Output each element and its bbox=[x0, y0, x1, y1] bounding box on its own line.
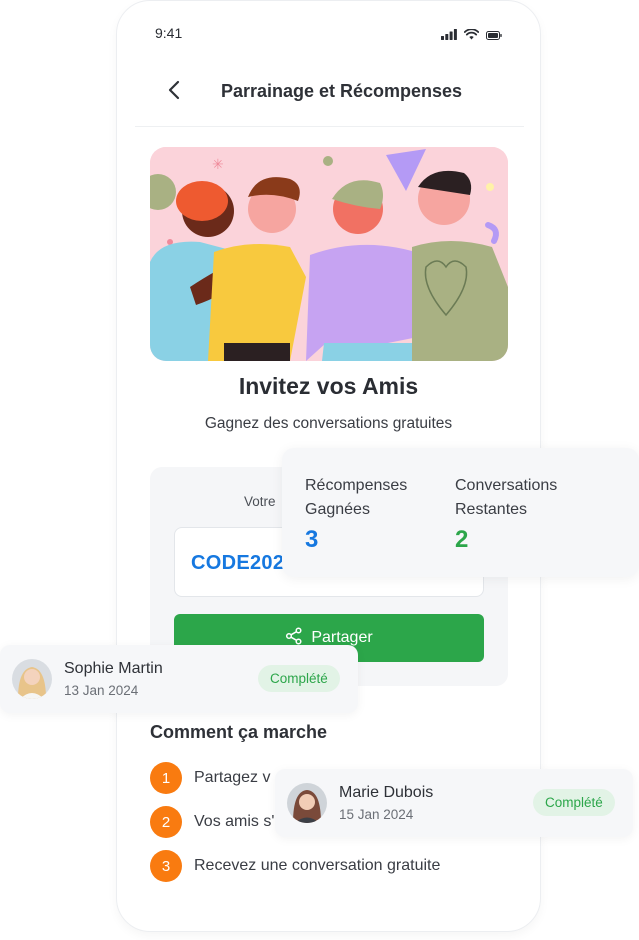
status-badge: Complété bbox=[258, 665, 340, 692]
step-number: 2 bbox=[150, 806, 182, 838]
step-text: Partagez v bbox=[194, 769, 271, 786]
referral-date: 13 Jan 2024 bbox=[64, 683, 139, 698]
signal-icon bbox=[441, 27, 457, 45]
wifi-icon bbox=[463, 27, 480, 45]
stat-label: Conversations Restantes bbox=[455, 477, 558, 518]
step-item: 1 Partagez v bbox=[150, 762, 270, 794]
referral-name: Sophie Martin bbox=[64, 660, 163, 677]
status-time: 9:41 bbox=[155, 25, 183, 41]
step-number: 1 bbox=[150, 762, 182, 794]
stat-value: 3 bbox=[305, 526, 319, 553]
invite-subtitle: Gagnez des conversations gratuites bbox=[204, 415, 453, 432]
avatar bbox=[287, 783, 327, 823]
status-badge: Complété bbox=[533, 789, 615, 816]
step-item: 3 Recevez une conversation gratuite bbox=[150, 850, 440, 882]
referral-name: Marie Dubois bbox=[339, 784, 434, 801]
how-it-works-title: Comment ça marche bbox=[150, 722, 328, 742]
battery-icon bbox=[486, 27, 502, 45]
status-bar: 9:41 bbox=[117, 1, 540, 61]
status-icons bbox=[441, 27, 502, 45]
code-label: Votre bbox=[244, 494, 276, 509]
hero-illustration: ✳ bbox=[150, 147, 508, 361]
stat-value: 2 bbox=[455, 526, 469, 553]
step-text: Vos amis s' bbox=[194, 813, 275, 830]
step-item: 2 Vos amis s' bbox=[150, 806, 274, 838]
referral-date: 15 Jan 2024 bbox=[339, 807, 414, 822]
page-header: Parrainage et Récompenses bbox=[135, 61, 524, 127]
stat-remaining: Conversations Restantes 2 bbox=[455, 474, 595, 554]
page-title: Parrainage et Récompenses bbox=[220, 81, 463, 101]
invite-title: Invitez vos Amis bbox=[238, 373, 419, 399]
referral-item[interactable]: Sophie Martin 13 Jan 2024 Complété bbox=[0, 645, 358, 713]
stat-rewards: Récompenses Gagnées 3 bbox=[305, 474, 445, 554]
referral-code: CODE202 bbox=[191, 552, 285, 574]
step-text: Recevez une conversation gratuite bbox=[194, 857, 441, 874]
avatar bbox=[12, 659, 52, 699]
referral-item[interactable]: Marie Dubois 15 Jan 2024 Complété bbox=[275, 769, 633, 837]
svg-text:✳: ✳ bbox=[212, 157, 224, 173]
step-number: 3 bbox=[150, 850, 182, 882]
rewards-stats-card: Récompenses Gagnées 3 Conversations Rest… bbox=[282, 448, 639, 577]
stat-label: Récompenses Gagnées bbox=[305, 477, 408, 518]
